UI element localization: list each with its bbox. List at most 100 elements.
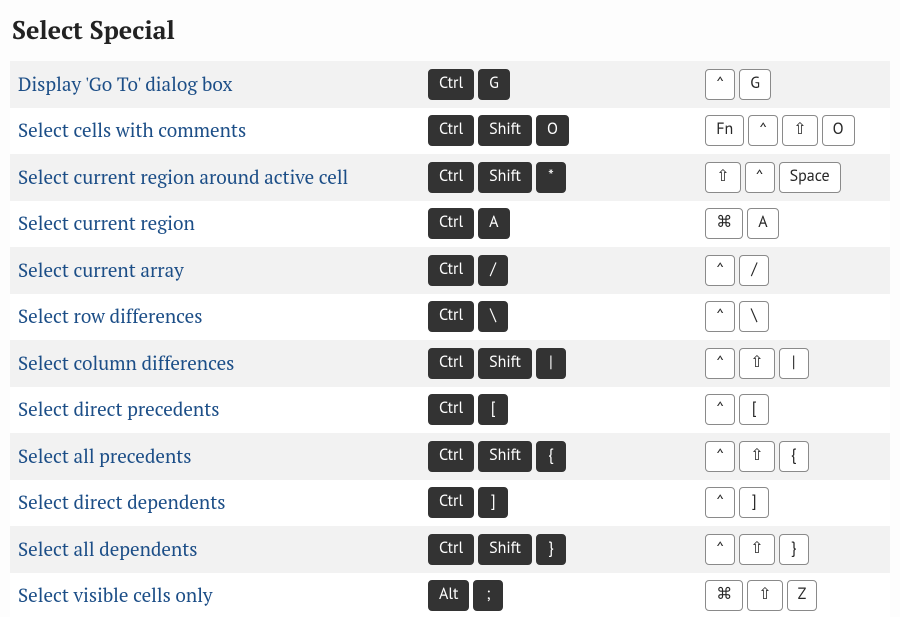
- shortcut-row: Select direct dependents Ctrl] ^]: [10, 480, 890, 527]
- windows-shortcut: Ctrl/: [428, 247, 613, 294]
- shortcut-row: Select column differencesCtrlShift|^⇧|: [10, 340, 890, 387]
- windows-shortcut: CtrlShiftO: [428, 108, 613, 155]
- mac-shortcut: ^\: [705, 294, 890, 341]
- key-mac: \: [739, 301, 769, 332]
- shortcut-row: Select row differencesCtrl\^\: [10, 294, 890, 341]
- key-win: }: [536, 534, 566, 565]
- key-mac: ^: [745, 162, 775, 193]
- key-mac: ⇧: [739, 534, 774, 565]
- key-mac: Space: [779, 162, 841, 193]
- key-mac: A: [747, 208, 778, 239]
- mac-shortcut: ^⇧|: [705, 340, 890, 387]
- shortcut-link[interactable]: Select current region around active cell: [18, 165, 348, 190]
- shortcut-link[interactable]: Select cells with comments: [18, 118, 246, 143]
- key-mac: ^: [705, 394, 735, 425]
- shortcut-row: Select all dependentsCtrlShift}^⇧}: [10, 526, 890, 573]
- key-win: Ctrl: [428, 255, 474, 286]
- key-mac: Z: [787, 580, 818, 611]
- key-win: Shift: [478, 534, 532, 565]
- mac-shortcut: ^[: [705, 387, 890, 434]
- key-win: Ctrl: [428, 441, 474, 472]
- key-mac: ⌘: [705, 580, 743, 611]
- key-mac: ^: [705, 301, 735, 332]
- key-win: Ctrl: [428, 162, 474, 193]
- key-win: Shift: [478, 441, 532, 472]
- key-mac: |: [779, 348, 809, 379]
- section-title: Select Special: [12, 14, 890, 47]
- windows-shortcut: Ctrl]: [428, 480, 613, 527]
- shortcut-link[interactable]: Select visible cells only: [18, 583, 213, 608]
- key-mac: ^: [705, 348, 735, 379]
- shortcut-link[interactable]: Select row differences: [18, 304, 202, 329]
- key-win: Shift: [478, 162, 532, 193]
- shortcut-link[interactable]: Display 'Go To' dialog box: [18, 72, 232, 97]
- shortcut-link[interactable]: Select all dependents: [18, 537, 198, 562]
- shortcut-link[interactable]: Select current region: [18, 211, 195, 236]
- key-win: ]: [478, 487, 508, 518]
- key-win: {: [536, 441, 566, 472]
- key-mac: ⇧: [739, 348, 774, 379]
- spacer: [613, 433, 705, 480]
- key-mac: ^: [705, 255, 735, 286]
- mac-shortcut: ^G: [705, 61, 890, 108]
- key-win: Ctrl: [428, 348, 474, 379]
- mac-shortcut: ⌘⇧Z: [705, 573, 890, 617]
- key-win: A: [478, 208, 509, 239]
- key-win: |: [536, 348, 566, 379]
- key-win: *: [536, 162, 566, 193]
- key-win: Ctrl: [428, 487, 474, 518]
- key-mac: ⇧: [705, 162, 740, 193]
- spacer: [613, 526, 705, 573]
- key-win: \: [478, 301, 508, 332]
- mac-shortcut: Fn^⇧O: [705, 108, 890, 155]
- spacer: [613, 247, 705, 294]
- shortcut-link[interactable]: Select direct dependents: [18, 490, 226, 515]
- windows-shortcut: Ctrl[: [428, 387, 613, 434]
- spacer: [613, 154, 705, 201]
- key-win: G: [478, 69, 510, 100]
- shortcut-row: Select current region around active cell…: [10, 154, 890, 201]
- windows-shortcut: CtrlShift}: [428, 526, 613, 573]
- spacer: [613, 201, 705, 248]
- windows-shortcut: Ctrl\: [428, 294, 613, 341]
- key-mac: [: [739, 394, 769, 425]
- key-win: Ctrl: [428, 534, 474, 565]
- spacer: [613, 340, 705, 387]
- shortcut-table: Display 'Go To' dialog boxCtrlG^GSelect …: [10, 61, 890, 617]
- key-mac: ⌘: [705, 208, 743, 239]
- shortcut-link[interactable]: Select current array: [18, 258, 184, 283]
- windows-shortcut: CtrlShift|: [428, 340, 613, 387]
- mac-shortcut: ^]: [705, 480, 890, 527]
- key-win: Ctrl: [428, 301, 474, 332]
- spacer: [613, 61, 705, 108]
- windows-shortcut: CtrlA: [428, 201, 613, 248]
- key-win: O: [536, 115, 569, 146]
- mac-shortcut: ^/: [705, 247, 890, 294]
- shortcut-link[interactable]: Select column differences: [18, 351, 234, 376]
- key-win: Ctrl: [428, 208, 474, 239]
- windows-shortcut: CtrlG: [428, 61, 613, 108]
- shortcut-row: Select current regionCtrlA⌘A: [10, 201, 890, 248]
- key-mac: ⇧: [739, 441, 774, 472]
- windows-shortcut: CtrlShift*: [428, 154, 613, 201]
- key-mac: /: [739, 255, 769, 286]
- mac-shortcut: ⌘A: [705, 201, 890, 248]
- key-mac: O: [822, 115, 855, 146]
- key-mac: {: [779, 441, 809, 472]
- key-mac: ^: [705, 69, 735, 100]
- windows-shortcut: CtrlShift{: [428, 433, 613, 480]
- shortcut-link[interactable]: Select direct precedents: [18, 397, 219, 422]
- spacer: [613, 294, 705, 341]
- shortcut-row: Select cells with commentsCtrlShiftOFn^⇧…: [10, 108, 890, 155]
- key-win: /: [478, 255, 508, 286]
- key-mac: ^: [705, 441, 735, 472]
- key-mac: }: [779, 534, 809, 565]
- key-win: ;: [473, 580, 503, 611]
- spacer: [613, 387, 705, 434]
- key-mac: ⇧: [782, 115, 817, 146]
- shortcut-link[interactable]: Select all precedents: [18, 444, 192, 469]
- key-win: Ctrl: [428, 115, 474, 146]
- shortcut-row: Display 'Go To' dialog boxCtrlG^G: [10, 61, 890, 108]
- key-mac: ^: [705, 487, 735, 518]
- key-win: Shift: [478, 115, 532, 146]
